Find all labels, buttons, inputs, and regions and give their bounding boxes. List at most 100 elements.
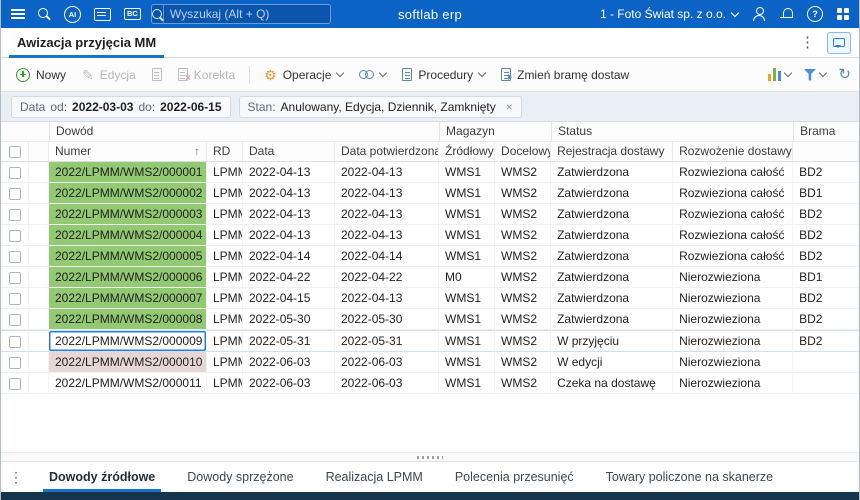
cell-data[interactable]: 2022-04-14 <box>243 246 335 267</box>
cell-rd[interactable]: LPMM <box>207 204 243 225</box>
refresh-icon[interactable]: ↻ <box>838 67 851 82</box>
cell-rejestracja[interactable]: Zatwierdzona <box>551 162 674 183</box>
cell-data[interactable]: 2022-06-03 <box>243 373 335 394</box>
column-header-rozwozenie[interactable]: Rozwożenie dostawy <box>673 142 794 162</box>
cell-rd[interactable]: LPMM <box>207 288 243 309</box>
chat-button[interactable] <box>827 31 851 54</box>
cell-data[interactable]: 2022-05-31 <box>243 330 335 352</box>
cell-rozwozenie[interactable]: Nierozwieziona <box>673 288 794 309</box>
date-filter-chip[interactable]: Data od: 2022-03-03 do: 2022-06-15 <box>11 95 231 118</box>
cell-rd[interactable]: LPMM <box>207 330 243 352</box>
correction-button[interactable]: Korekta <box>171 64 242 86</box>
cell-data[interactable]: 2022-06-03 <box>243 352 335 373</box>
bottom-tab-4[interactable]: Polecenia przesunięć <box>439 462 590 492</box>
cell-zrodlowy[interactable]: WMS1 <box>439 309 496 330</box>
cell-rozwozenie[interactable]: Rozwieziona całość <box>673 204 794 225</box>
cell-docelowy[interactable]: WMS2 <box>495 162 552 183</box>
cell-data-potwierdzona[interactable]: 2022-04-13 <box>335 225 440 246</box>
table-row[interactable]: 2022/LPMM/WMS2/000009 LPMM 2022-05-31 20… <box>1 330 859 352</box>
table-row[interactable]: 2022/LPMM/WMS2/000002 LPMM 2022-04-13 20… <box>1 183 859 204</box>
cell-rejestracja[interactable]: Czeka na dostawę <box>551 373 674 394</box>
table-row[interactable]: 2022/LPMM/WMS2/000006 LPMM 2022-04-22 20… <box>1 267 859 288</box>
analysis-button[interactable] <box>767 68 793 81</box>
global-search[interactable] <box>150 4 331 24</box>
cell-rozwozenie[interactable]: Rozwieziona całość <box>673 246 794 267</box>
column-header-data-potwierdzona[interactable]: Data potwierdzona <box>335 142 440 162</box>
bottom-tab-5[interactable]: Towary policzone na skanerze <box>590 462 789 492</box>
table-row[interactable]: 2022/LPMM/WMS2/000005 LPMM 2022-04-14 20… <box>1 246 859 267</box>
cell-rejestracja[interactable]: W edycji <box>551 352 674 373</box>
cell-zrodlowy[interactable]: WMS1 <box>439 183 496 204</box>
cell-numer[interactable]: 2022/LPMM/WMS2/000003 <box>49 204 207 225</box>
table-row[interactable]: 2022/LPMM/WMS2/000008 LPMM 2022-05-30 20… <box>1 309 859 330</box>
row-checkbox[interactable] <box>8 208 21 221</box>
column-header-rejestracja[interactable]: Rejestracja dostawy <box>551 142 674 162</box>
row-select-cell[interactable] <box>1 183 29 204</box>
row-checkbox[interactable] <box>8 292 21 305</box>
ai-assistant-icon[interactable]: AI <box>64 5 81 23</box>
select-all-cell[interactable] <box>1 142 29 162</box>
cell-data-potwierdzona[interactable]: 2022-05-31 <box>335 330 440 352</box>
more-options-icon[interactable]: ⋮ <box>800 35 815 50</box>
table-row[interactable]: 2022/LPMM/WMS2/000007 LPMM 2022-04-15 20… <box>1 288 859 309</box>
cell-zrodlowy[interactable]: WMS1 <box>439 330 496 352</box>
row-select-cell[interactable] <box>1 162 29 183</box>
cell-brama[interactable]: BD2 <box>793 330 859 352</box>
cell-numer[interactable]: 2022/LPMM/WMS2/000001 <box>49 162 207 183</box>
bottom-tab-1[interactable]: Dowody źródłowe <box>33 462 171 492</box>
view-settings-button[interactable] <box>803 68 828 81</box>
cell-numer[interactable]: 2022/LPMM/WMS2/000011 <box>49 373 207 394</box>
row-checkbox[interactable] <box>8 229 21 242</box>
cell-rd[interactable]: LPMM <box>207 162 243 183</box>
cell-brama[interactable]: BD2 <box>793 162 859 183</box>
cell-brama[interactable] <box>793 373 859 394</box>
row-select-cell[interactable] <box>1 352 29 373</box>
help-icon[interactable]: ? <box>807 6 823 22</box>
row-checkbox[interactable] <box>8 356 21 369</box>
column-header-docelowy[interactable]: Docelowy <box>495 142 552 162</box>
procedures-button[interactable]: Procedury <box>395 64 492 86</box>
cell-rozwozenie[interactable]: Nierozwieziona <box>673 309 794 330</box>
cell-numer[interactable]: 2022/LPMM/WMS2/000010 <box>49 352 207 373</box>
cell-data-potwierdzona[interactable]: 2022-04-13 <box>335 204 440 225</box>
date-to-value[interactable]: 2022-06-15 <box>160 100 221 114</box>
cell-rd[interactable]: LPMM <box>207 183 243 204</box>
cell-data[interactable]: 2022-04-13 <box>243 225 335 246</box>
cell-docelowy[interactable]: WMS2 <box>495 330 552 352</box>
operations-button[interactable]: ⚙ Operacje <box>257 64 350 86</box>
close-icon[interactable]: × <box>506 100 513 114</box>
cell-rozwozenie[interactable]: Rozwieziona całość <box>673 225 794 246</box>
cell-brama[interactable]: BD2 <box>793 225 859 246</box>
cell-brama[interactable]: BD2 <box>793 309 859 330</box>
cell-rejestracja[interactable]: W przyjęciu <box>551 330 674 352</box>
cell-rejestracja[interactable]: Zatwierdzona <box>551 267 674 288</box>
cell-numer[interactable]: 2022/LPMM/WMS2/000004 <box>49 225 207 246</box>
row-select-cell[interactable] <box>1 225 29 246</box>
table-row[interactable]: 2022/LPMM/WMS2/000010 LPMM 2022-06-03 20… <box>1 352 859 373</box>
row-select-cell[interactable] <box>1 373 29 394</box>
cell-brama[interactable] <box>793 352 859 373</box>
column-header-zrodlowy[interactable]: Źródłowy <box>439 142 496 162</box>
cell-numer[interactable]: 2022/LPMM/WMS2/000006 <box>49 267 207 288</box>
bottom-tab-2[interactable]: Dowody sprzężone <box>171 462 309 492</box>
cell-numer[interactable]: 2022/LPMM/WMS2/000005 <box>49 246 207 267</box>
cell-rozwozenie[interactable]: Nierozwieziona <box>673 373 794 394</box>
cell-numer[interactable]: 2022/LPMM/WMS2/000009 <box>49 330 207 352</box>
bottom-tabs-menu-icon[interactable]: ⋮ <box>9 469 23 486</box>
date-from-value[interactable]: 2022-03-03 <box>72 100 133 114</box>
cell-data-potwierdzona[interactable]: 2022-04-14 <box>335 246 440 267</box>
cell-rd[interactable]: LPMM <box>207 225 243 246</box>
cell-docelowy[interactable]: WMS2 <box>495 183 552 204</box>
cell-zrodlowy[interactable]: WMS1 <box>439 352 496 373</box>
row-checkbox[interactable] <box>8 250 21 263</box>
table-row[interactable]: 2022/LPMM/WMS2/000011 LPMM 2022-06-03 20… <box>1 373 859 394</box>
select-all-checkbox[interactable] <box>8 145 21 158</box>
row-select-cell[interactable] <box>1 246 29 267</box>
cell-rejestracja[interactable]: Zatwierdzona <box>551 309 674 330</box>
cell-brama[interactable]: BD2 <box>793 204 859 225</box>
cell-numer[interactable]: 2022/LPMM/WMS2/000008 <box>49 309 207 330</box>
column-header-numer[interactable]: ↑ Numer <box>49 142 207 162</box>
cell-rd[interactable]: LPMM <box>207 352 243 373</box>
cell-rejestracja[interactable]: Zatwierdzona <box>551 204 674 225</box>
row-select-cell[interactable] <box>1 288 29 309</box>
